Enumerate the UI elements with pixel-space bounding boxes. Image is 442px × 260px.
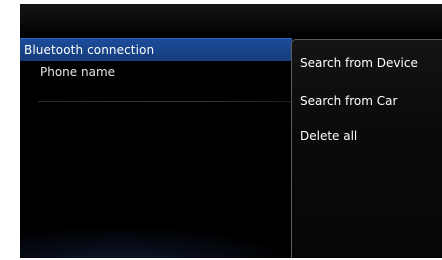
status-bar: [20, 4, 442, 32]
menu-item-search-from-car[interactable]: Search from Car: [300, 94, 397, 108]
row-divider: [38, 101, 292, 102]
page-frame: Bluetooth connection Phone name Search f…: [0, 0, 442, 260]
menu-item-search-from-device[interactable]: Search from Device: [300, 56, 418, 70]
bluetooth-connection-title: Bluetooth connection: [24, 43, 155, 57]
menu-item-delete-all[interactable]: Delete all: [300, 129, 357, 143]
infotainment-screen: Bluetooth connection Phone name Search f…: [20, 4, 442, 258]
bluetooth-connection-panel: Bluetooth connection Phone name: [20, 38, 292, 258]
options-menu: Search from Device Search from Car Delet…: [291, 39, 442, 258]
phone-name-label: Phone name: [40, 65, 116, 79]
list-item-phone-name[interactable]: Phone name: [20, 61, 292, 102]
bluetooth-connection-header[interactable]: Bluetooth connection: [20, 38, 292, 61]
